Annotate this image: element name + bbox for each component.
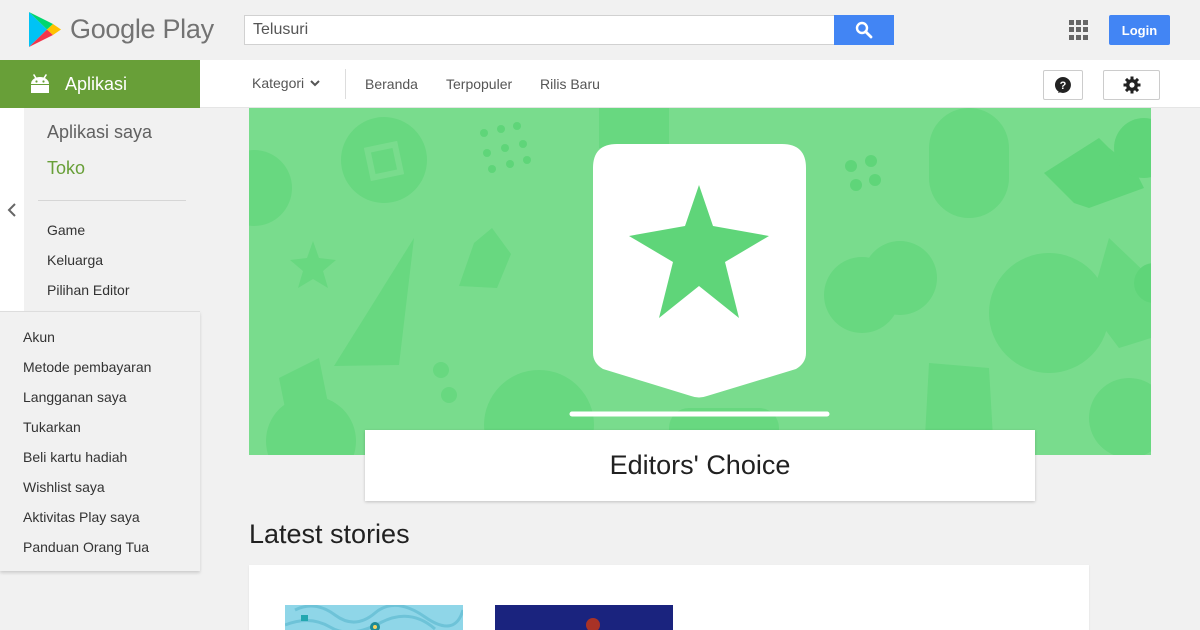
account-menu: Akun Metode pembayaran Langganan saya Tu… bbox=[0, 311, 200, 571]
sidebar-collapse-button[interactable] bbox=[0, 108, 24, 311]
story-thumbnail[interactable] bbox=[495, 605, 673, 630]
help-icon: ? bbox=[1054, 77, 1071, 93]
login-button[interactable]: Login bbox=[1109, 15, 1170, 45]
search-icon bbox=[855, 21, 873, 39]
help-button[interactable]: ? bbox=[1043, 70, 1083, 100]
account-item-metode-pembayaran[interactable]: Metode pembayaran bbox=[23, 359, 151, 375]
apps-tab[interactable]: Aplikasi bbox=[0, 60, 200, 108]
sidebar-submenu: Aplikasi saya Toko Game Keluarga Pilihan… bbox=[24, 108, 200, 311]
search-button[interactable] bbox=[834, 15, 894, 45]
nav-link-terpopuler[interactable]: Terpopuler bbox=[446, 76, 512, 92]
banner-title-card[interactable]: Editors' Choice bbox=[365, 430, 1035, 501]
apps-grid-icon[interactable] bbox=[1069, 20, 1089, 40]
google-play-logo[interactable]: Google Play bbox=[28, 11, 214, 48]
account-item-panduan-orang-tua[interactable]: Panduan Orang Tua bbox=[23, 539, 149, 555]
latest-stories-card bbox=[249, 565, 1089, 630]
gear-icon bbox=[1123, 76, 1140, 94]
banner-pattern bbox=[249, 108, 1151, 455]
android-icon bbox=[31, 74, 49, 93]
nav-link-rilis-baru[interactable]: Rilis Baru bbox=[540, 76, 600, 92]
top-bar: Google Play Login bbox=[0, 0, 1200, 60]
settings-button[interactable] bbox=[1103, 70, 1160, 100]
sidebar-divider bbox=[38, 200, 186, 201]
play-store-logo-icon bbox=[29, 12, 61, 47]
sidebar-item-keluarga[interactable]: Keluarga bbox=[47, 252, 103, 268]
nav-link-beranda[interactable]: Beranda bbox=[365, 76, 418, 92]
svg-text:?: ? bbox=[1060, 80, 1067, 92]
search-bar bbox=[244, 15, 894, 45]
chevron-left-icon bbox=[7, 202, 16, 217]
account-item-tukarkan[interactable]: Tukarkan bbox=[23, 419, 81, 435]
logo-text: Google Play bbox=[70, 14, 214, 44]
nav-bar: Kategori Beranda Terpopuler Rilis Baru ? bbox=[200, 60, 1200, 108]
editors-choice-banner[interactable] bbox=[249, 108, 1151, 455]
category-dropdown[interactable]: Kategori bbox=[252, 75, 322, 91]
sidebar-item-pilihan-editor[interactable]: Pilihan Editor bbox=[47, 282, 130, 298]
nav-divider bbox=[345, 69, 346, 99]
chevron-down-icon bbox=[310, 80, 320, 87]
story-thumbnail[interactable] bbox=[285, 605, 463, 630]
sidebar-item-game[interactable]: Game bbox=[47, 222, 85, 238]
section-title-latest-stories: Latest stories bbox=[249, 519, 410, 549]
story-thumbnail-image bbox=[285, 605, 463, 630]
account-item-aktivitas-play-saya[interactable]: Aktivitas Play saya bbox=[23, 509, 140, 525]
story-thumbnail-image bbox=[586, 618, 600, 630]
banner-title: Editors' Choice bbox=[609, 450, 791, 480]
account-item-wishlist-saya[interactable]: Wishlist saya bbox=[23, 479, 105, 495]
account-item-beli-kartu-hadiah[interactable]: Beli kartu hadiah bbox=[23, 449, 127, 465]
account-item-akun[interactable]: Akun bbox=[23, 329, 55, 345]
sidebar-item-my-apps[interactable]: Aplikasi saya bbox=[47, 122, 152, 143]
apps-tab-label: Aplikasi bbox=[65, 73, 128, 94]
category-label: Kategori bbox=[252, 75, 305, 91]
search-input[interactable] bbox=[244, 15, 834, 45]
sidebar-item-store[interactable]: Toko bbox=[47, 158, 85, 179]
account-item-langganan-saya[interactable]: Langganan saya bbox=[23, 389, 127, 405]
